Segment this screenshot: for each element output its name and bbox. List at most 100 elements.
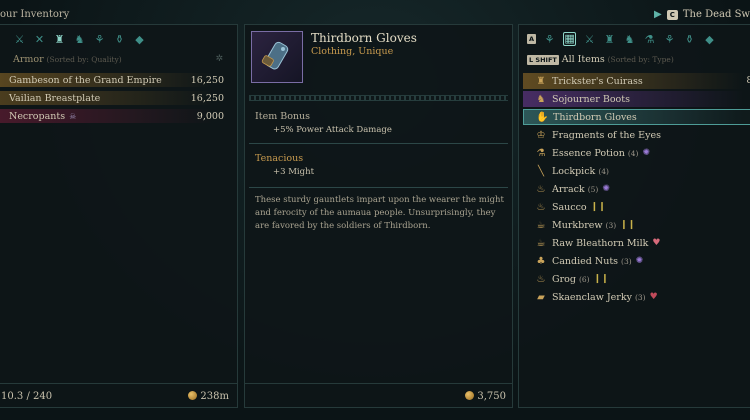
spark-icon: ❙❙ [620, 220, 636, 230]
milk-icon: ☕ [536, 237, 546, 249]
perk-line: +3 Might [273, 167, 314, 177]
boots-icon: ♞ [536, 93, 546, 105]
money-value: 238m [200, 391, 229, 402]
right-section-label: All Items [561, 54, 605, 65]
jerky-icon: ▰ [537, 291, 545, 303]
item-name: Necropants [9, 110, 66, 122]
sword-icon[interactable]: ⚔ [13, 33, 26, 46]
sword-icon[interactable]: ⚔ [583, 33, 596, 46]
item-thumbnail [251, 31, 303, 83]
item-name: Lockpick [552, 165, 596, 177]
gem-icon[interactable]: ◆ [133, 33, 146, 46]
left-sort-label: (Sorted by: Quality) [46, 55, 122, 64]
caret-right-icon: ▶ [654, 9, 662, 20]
companion-tab[interactable]: ▶ C The Dead Sw [654, 9, 750, 20]
perk-block: Tenacious +3 Might [255, 153, 314, 177]
divider [249, 143, 508, 144]
divider [249, 187, 508, 188]
all-items-icon[interactable]: ▦ [563, 32, 577, 46]
lockpick-icon: ╲ [537, 165, 545, 177]
boot-icon[interactable]: ♞ [623, 33, 636, 46]
ring-icon[interactable]: ⚘ [543, 33, 556, 46]
list-item[interactable]: ╲ Lockpick (4) [523, 163, 750, 179]
potion-icon: ⚗ [536, 147, 546, 159]
mug-icon: ☕ [536, 219, 546, 231]
lamp-icon[interactable]: ⚱ [683, 33, 696, 46]
list-item[interactable]: Gambeson of the Grand Empire 16,250 [0, 73, 237, 87]
list-item[interactable]: ☕ Raw Bleathorn Milk ♥ [523, 235, 750, 251]
list-item[interactable]: ⚗ Essence Potion (4) ✺ [523, 145, 750, 161]
companion-title: The Dead Sw [682, 9, 750, 20]
list-item[interactable]: ♨ Grog (6) ❙❙ [523, 271, 750, 287]
item-name: Thirdborn Gloves [553, 111, 637, 123]
item-name: Sojourner Boots [552, 93, 630, 105]
left-section-label: Armor [13, 54, 44, 65]
grog-icon: ♨ [536, 273, 546, 285]
drink-icon: ♨ [536, 201, 546, 213]
list-item[interactable]: ☕ Murkbrew (3) ❙❙ [523, 217, 750, 233]
spark-icon: ❙❙ [590, 202, 606, 212]
perk-title: Tenacious [255, 153, 304, 164]
list-item[interactable]: ♞Sojourner Boots3 [523, 91, 750, 107]
item-name: Candied Nuts [552, 255, 619, 267]
list-item[interactable]: ♨ Saucco ❙❙ [523, 199, 750, 215]
bonus-title: Item Bonus [255, 111, 311, 122]
item-name: Murkbrew [552, 219, 603, 231]
hand-icon[interactable]: ♜ [603, 33, 616, 46]
item-quantity: (3) [605, 220, 617, 230]
list-item[interactable]: ♜ Trickster's Cuirass 81 [523, 73, 750, 89]
coin-icon [465, 391, 475, 400]
list-item[interactable]: Vailian Breastplate 16,250 [0, 91, 237, 105]
category-tabs-left: ⚔ ✕ ♜ ♞ ⚘ ⚱ ◆ [13, 31, 146, 47]
drink-icon: ♨ [536, 183, 546, 195]
item-quantity: (3) [621, 256, 632, 266]
item-name: Grog [552, 273, 576, 285]
lamp-icon[interactable]: ⚱ [113, 33, 126, 46]
ring-icon[interactable]: ⚘ [93, 33, 106, 46]
left-section-header: Armor (Sorted by: Quality) [13, 54, 122, 65]
item-quantity: (3) [634, 292, 646, 302]
inventory-title: our Inventory [0, 9, 70, 20]
item-name: Trickster's Cuirass [552, 75, 643, 87]
list-item[interactable]: ♨ Arrack (5) ✺ [523, 181, 750, 197]
list-item[interactable]: ♔ Fragments of the Eyes [523, 127, 750, 143]
item-bonus-block: Item Bonus +5% Power Attack Damage [255, 111, 392, 135]
item-name: Skaenclaw Jerky [552, 291, 632, 303]
gloves-icon: ✋ [536, 111, 549, 123]
crossed-swords-icon[interactable]: ✕ [33, 33, 46, 46]
item-quantity: (6) [578, 274, 590, 284]
spark-icon: ❙❙ [593, 274, 609, 284]
item-value: 9,000 [196, 110, 224, 122]
gear-icon[interactable]: ✲ [215, 54, 223, 64]
category-tabs-right: A ⚘ ▦ ⚔ ♜ ♞ ⚗ ⚘ ⚱ ◆ [527, 31, 716, 47]
item-type: Clothing, Unique [311, 46, 394, 57]
skull-icon: ☠ [69, 111, 77, 121]
armor-category-icon[interactable]: ♜ [53, 33, 66, 46]
boot-icon[interactable]: ♞ [73, 33, 86, 46]
item-quantity: (4) [627, 148, 639, 158]
left-footer: 10.3 / 240 238m [0, 383, 237, 407]
swirl-icon: ✺ [602, 184, 610, 194]
list-item[interactable]: Necropants ☠ 9,000 [0, 109, 237, 123]
item-value: 81 [746, 76, 750, 86]
key-a-badge: A [527, 34, 537, 44]
potion-icon[interactable]: ⚗ [643, 33, 656, 46]
ring-icon[interactable]: ⚘ [663, 33, 676, 46]
list-item[interactable]: ♣ Candied Nuts (3) ✺ [523, 253, 750, 269]
heart-icon: ♥ [652, 238, 661, 248]
character-inventory-panel: A ⚘ ▦ ⚔ ♜ ♞ ⚗ ⚘ ⚱ ◆ L SHIFT All Items (S… [518, 24, 750, 408]
weight-readout: 10.3 / 240 [1, 391, 53, 402]
item-quantity: (4) [598, 166, 609, 176]
ornate-divider [249, 95, 508, 101]
item-name: Fragments of the Eyes [552, 129, 661, 141]
list-item[interactable]: ✋Thirdborn Gloves3 [523, 109, 750, 125]
item-value: 16,250 [190, 74, 224, 86]
broken-heart-icon: ♥ [649, 292, 658, 302]
item-detail-panel: Thirdborn Gloves Clothing, Unique Item B… [244, 24, 513, 408]
item-name: Saucco [552, 201, 587, 213]
nuts-icon: ♣ [536, 255, 546, 267]
list-item[interactable]: ▰ Skaenclaw Jerky (3) ♥ [523, 289, 750, 305]
item-name: Arrack [552, 183, 585, 195]
gem-icon[interactable]: ◆ [703, 33, 716, 46]
item-title: Thirdborn Gloves [311, 31, 417, 45]
